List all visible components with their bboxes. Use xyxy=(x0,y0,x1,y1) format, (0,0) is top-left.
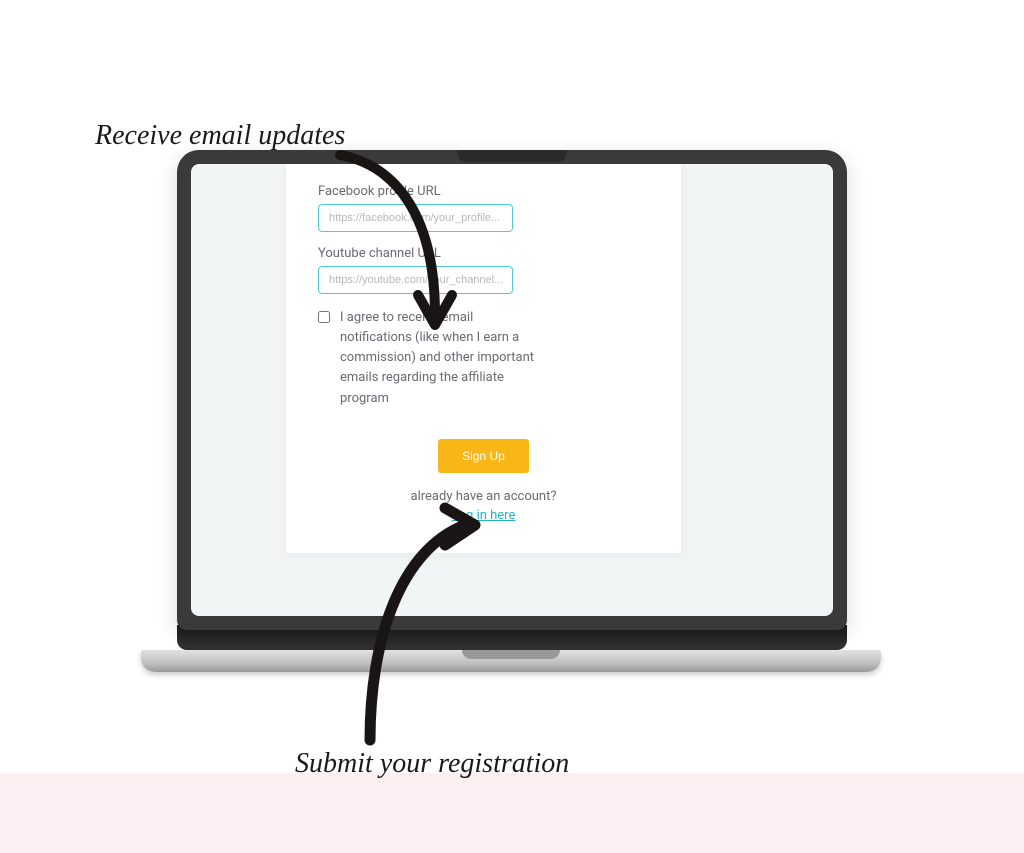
consent-label: I agree to receive email notifications (… xyxy=(340,308,545,409)
already-account-text: already have an account? xyxy=(318,489,649,504)
annotation-submit: Submit your registration xyxy=(295,748,569,780)
laptop-base-notch xyxy=(462,650,560,659)
youtube-input[interactable] xyxy=(318,266,513,294)
facebook-input[interactable] xyxy=(318,204,513,232)
signup-form-card: Facebook profile URL Youtube channel URL… xyxy=(286,164,681,553)
annotation-email-updates: Receive email updates xyxy=(95,120,345,152)
consent-row: I agree to receive email notifications (… xyxy=(318,308,649,409)
laptop-camera-notch xyxy=(457,150,567,162)
laptop-base xyxy=(141,650,881,672)
laptop-mockup: Facebook profile URL Youtube channel URL… xyxy=(162,150,862,700)
facebook-field-group: Facebook profile URL xyxy=(318,184,649,232)
laptop-bezel: Facebook profile URL Youtube channel URL… xyxy=(177,150,847,630)
footer-bar xyxy=(0,773,1024,853)
login-link[interactable]: Log in here xyxy=(318,508,649,523)
laptop-screen: Facebook profile URL Youtube channel URL… xyxy=(191,164,833,616)
facebook-label: Facebook profile URL xyxy=(318,184,649,199)
youtube-field-group: Youtube channel URL xyxy=(318,246,649,294)
signup-button[interactable]: Sign Up xyxy=(438,439,529,473)
consent-checkbox[interactable] xyxy=(318,311,330,323)
youtube-label: Youtube channel URL xyxy=(318,246,649,261)
